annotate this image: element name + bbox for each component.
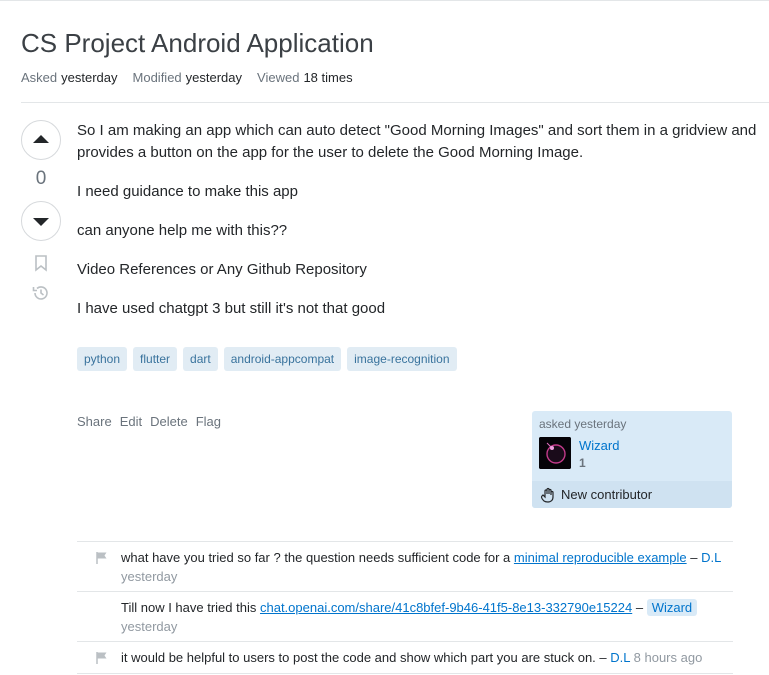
edit-link[interactable]: Edit (120, 414, 142, 429)
body-paragraph: can anyone help me with this?? (77, 222, 288, 239)
user-name-link[interactable]: Wizard (579, 438, 619, 453)
comment-date[interactable]: yesterday (121, 619, 177, 634)
meta-viewed-value: 18 times (303, 70, 353, 85)
tag-list: python flutter dart android-appcompat im… (77, 347, 457, 371)
comment-user-op[interactable]: Wizard (646, 599, 698, 616)
comment-date[interactable]: yesterday (121, 569, 177, 584)
comment-flag-button[interactable] (96, 651, 108, 670)
meta-modified-value[interactable]: yesterday (186, 70, 242, 85)
meta-viewed: Viewed 18 times (257, 70, 353, 86)
new-contributor-label: New contributor (561, 487, 653, 502)
question-meta: Asked yesterday Modified yesterday Viewed 1… (21, 70, 353, 86)
vote-count: 0 (35, 168, 47, 189)
question-title[interactable]: CS Project Android Application (21, 27, 374, 59)
comment-user[interactable]: D.L (610, 650, 630, 665)
asked-time[interactable]: asked yesterday (539, 417, 626, 431)
tag-image-recognition[interactable]: image-recognition (347, 347, 457, 371)
meta-viewed-label: Viewed (257, 70, 300, 85)
comment-item: what have you tried so far ? the questio… (77, 542, 733, 592)
meta-asked-label: Asked (21, 70, 58, 85)
meta-asked-value: yesterday (61, 70, 118, 85)
top-divider (0, 0, 769, 1)
comment-flag-button[interactable] (96, 551, 108, 570)
share-link[interactable]: Share (77, 414, 112, 429)
body-paragraph: I have used chatgpt 3 but still it's not… (77, 300, 386, 317)
comment-item: it would be helpful to users to post the… (77, 642, 733, 674)
comment-list: what have you tried so far ? the questio… (77, 541, 733, 674)
bookmark-button[interactable] (31, 253, 51, 273)
body-paragraph: So I am making an app which can auto det… (77, 122, 757, 161)
tag-android-appcompat[interactable]: android-appcompat (223, 347, 342, 371)
flag-link[interactable]: Flag (196, 414, 221, 429)
history-icon (32, 286, 48, 300)
new-contributor-badge[interactable]: New contributor (532, 481, 732, 508)
tag-python[interactable]: python (77, 347, 128, 371)
header-divider (21, 102, 769, 103)
comment-date[interactable]: 8 hours ago (634, 650, 703, 665)
history-button[interactable] (31, 283, 51, 303)
meta-modified-label: Modified (132, 70, 182, 85)
post-menu: Share Edit Delete Flag (77, 414, 221, 429)
flag-icon (96, 552, 107, 564)
delete-link[interactable]: Delete (150, 414, 188, 429)
question-body: So I am making an app which can auto det… (77, 120, 757, 337)
comment-link[interactable]: minimal reproducible example (514, 550, 687, 565)
comment-text: what have you tried so far ? the questio… (121, 550, 511, 565)
comment-user[interactable]: D.L (701, 550, 721, 565)
body-paragraph: Video References or Any Github Repositor… (77, 261, 367, 278)
waving-hand-icon (541, 487, 554, 503)
triangle-up-icon (33, 135, 49, 143)
triangle-down-icon (33, 218, 49, 226)
tag-flutter[interactable]: flutter (133, 347, 178, 371)
comment-separator: – (635, 600, 644, 615)
avatar-image (539, 437, 571, 469)
meta-asked: Asked yesterday (21, 70, 118, 86)
owner-user-card: asked yesterday Wizard 1 New contributor (532, 411, 732, 508)
comment-text: Till now I have tried this (121, 600, 257, 615)
bookmark-icon (35, 255, 47, 272)
avatar[interactable] (539, 437, 571, 469)
meta-modified: Modified yesterday (133, 70, 243, 86)
comment-separator: – (690, 550, 698, 565)
comment-link[interactable]: chat.openai.com/share/41c8bfef-9b46-41f5… (260, 600, 632, 615)
tag-dart[interactable]: dart (183, 347, 218, 371)
user-reputation: 1 (579, 456, 586, 470)
comment-item: Till now I have tried this chat.openai.c… (77, 592, 733, 642)
comment-text: it would be helpful to users to post the… (121, 650, 596, 665)
downvote-button[interactable] (21, 201, 61, 241)
body-paragraph: I need guidance to make this app (77, 183, 298, 200)
upvote-button[interactable] (21, 120, 61, 160)
flag-icon (96, 652, 107, 664)
comment-separator: – (599, 650, 607, 665)
